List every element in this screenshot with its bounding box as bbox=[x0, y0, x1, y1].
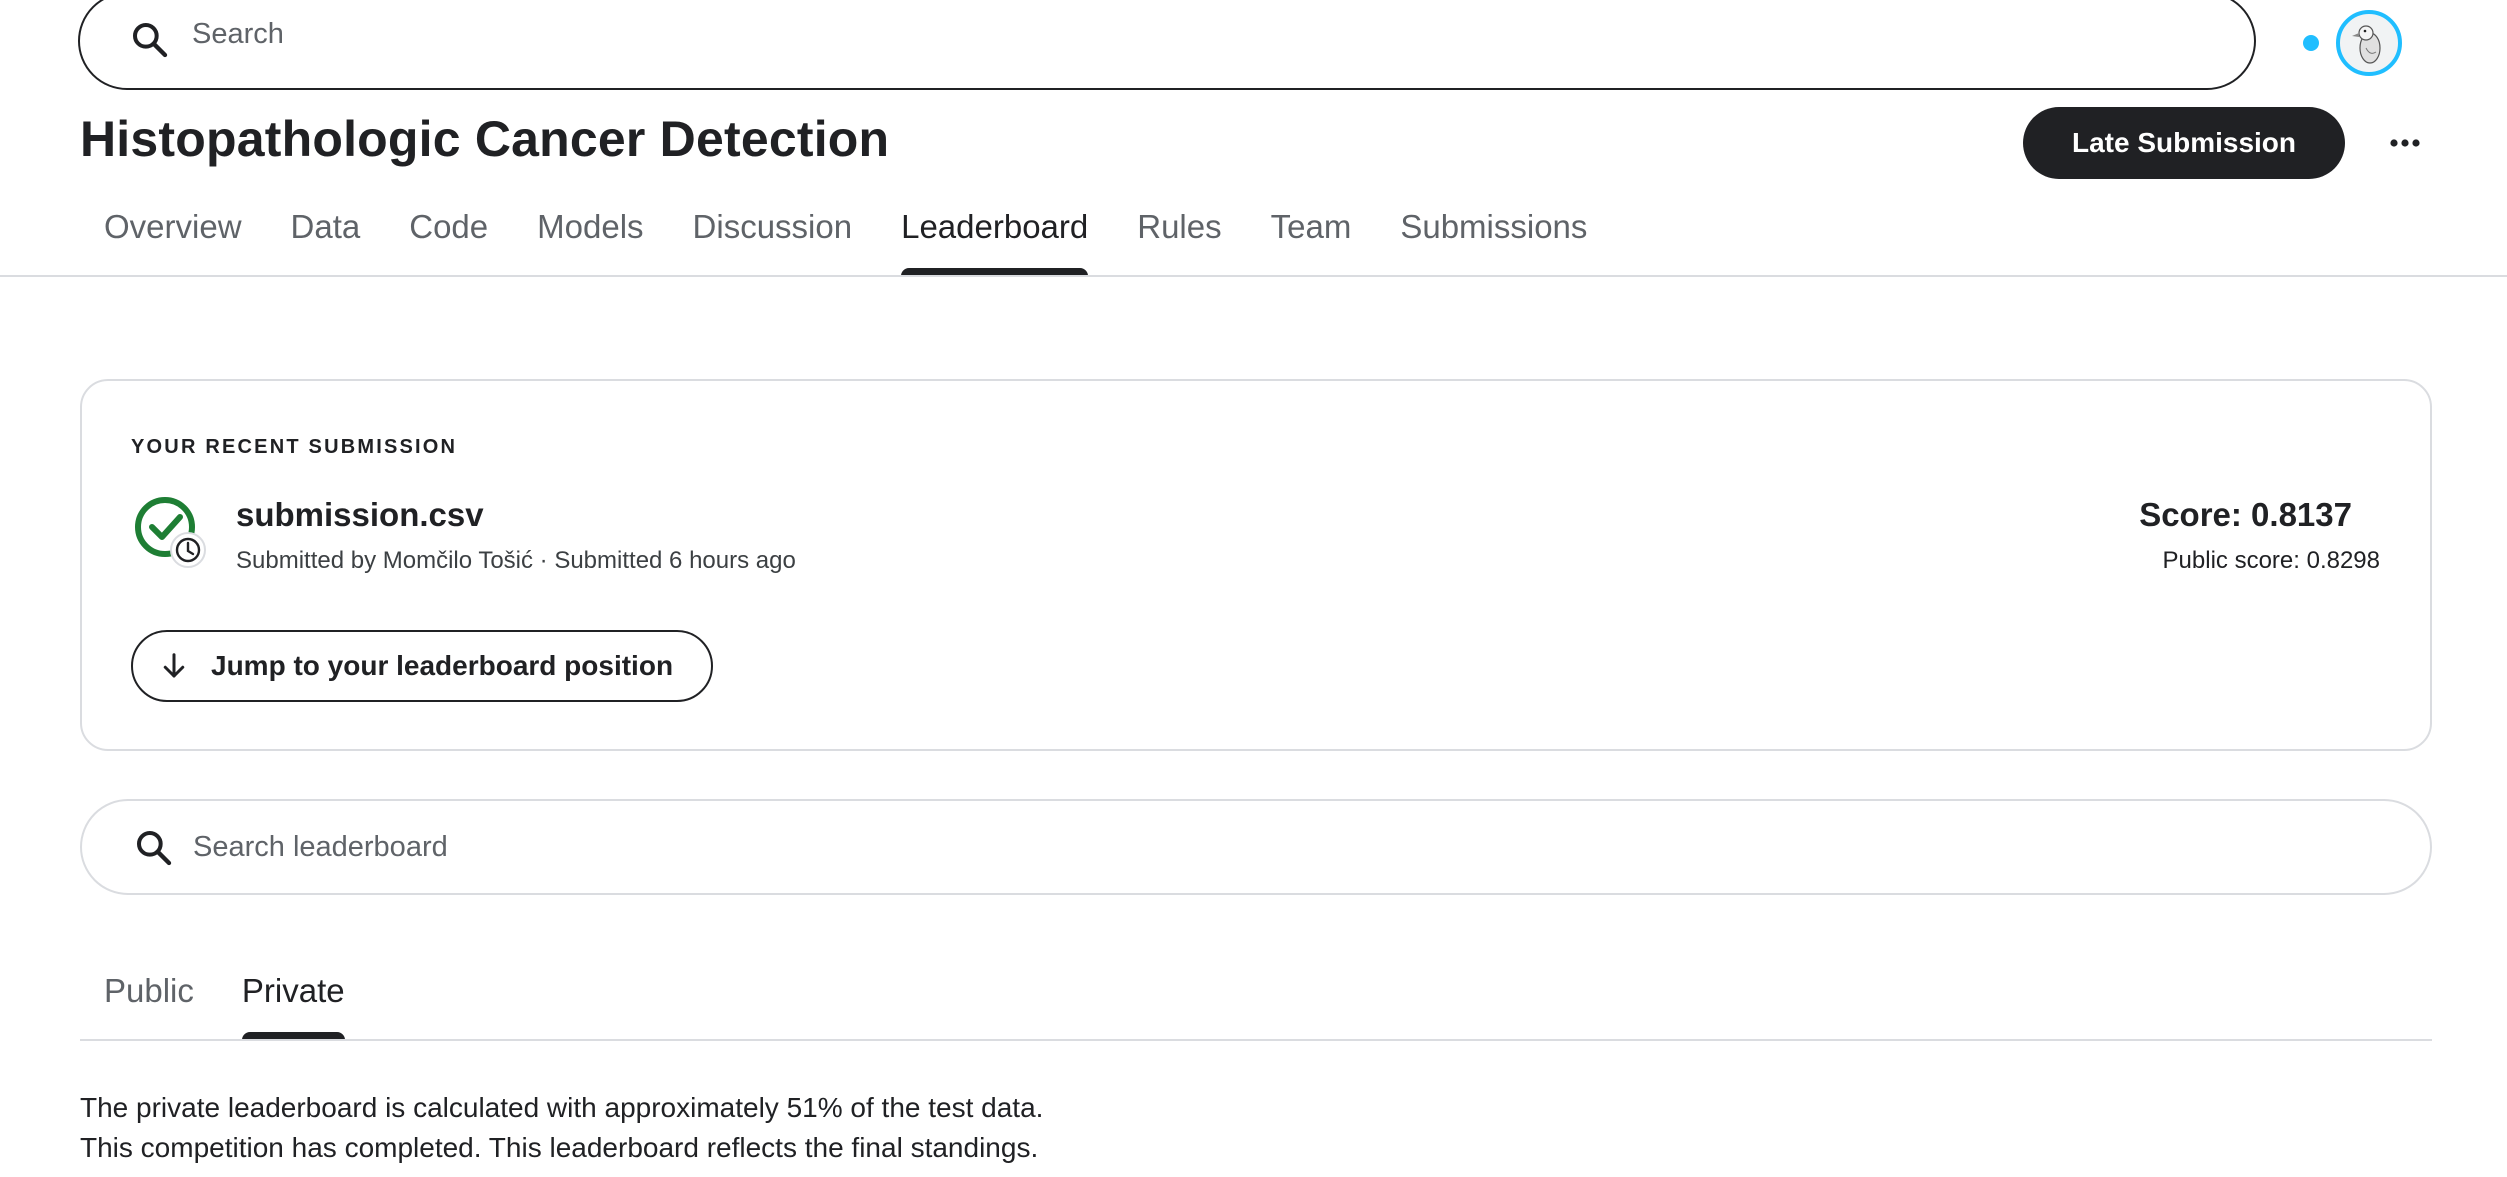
leaderboard-info-text: The private leaderboard is calculated wi… bbox=[80, 1092, 1044, 1123]
success-pending-icon bbox=[135, 497, 206, 568]
tab-team[interactable]: Team bbox=[1247, 200, 1376, 276]
notification-dot bbox=[2303, 35, 2319, 51]
tab-public[interactable]: Public bbox=[80, 960, 218, 1040]
recent-submission-heading: YOUR RECENT SUBMISSION bbox=[131, 436, 458, 458]
tab-submissions[interactable]: Submissions bbox=[1376, 200, 1611, 276]
tab-models[interactable]: Models bbox=[513, 200, 667, 276]
leaderboard-completed-text: This competition has completed. This lea… bbox=[80, 1132, 1039, 1163]
submission-file-name: submission.csv bbox=[236, 496, 484, 533]
tab-overview[interactable]: Overview bbox=[80, 200, 266, 276]
global-search-bar[interactable]: Search bbox=[78, 0, 2256, 90]
jump-to-position-button[interactable]: Jump to your leaderboard position bbox=[131, 630, 713, 702]
late-submission-button[interactable]: Late Submission bbox=[2023, 107, 2345, 179]
goose-avatar-icon bbox=[2352, 25, 2381, 64]
search-input[interactable]: Search bbox=[192, 18, 284, 51]
leaderboard-search-bar[interactable]: Search leaderboard bbox=[80, 799, 2432, 895]
search-icon bbox=[133, 23, 168, 58]
tab-data[interactable]: Data bbox=[267, 200, 385, 276]
tab-discussion[interactable]: Discussion bbox=[669, 200, 877, 276]
submission-meta: Submitted by Momčilo Tošić · Submitted 6… bbox=[236, 547, 796, 574]
tab-leaderboard[interactable]: Leaderboard bbox=[877, 200, 1112, 276]
competition-tabs: Overview Data Code Models Discussion Lea… bbox=[80, 200, 1612, 276]
tab-private[interactable]: Private bbox=[218, 960, 369, 1040]
leaderboard-search-input[interactable]: Search leaderboard bbox=[193, 831, 448, 864]
page-title: Histopathologic Cancer Detection bbox=[80, 111, 890, 167]
recent-submission-card: YOUR RECENT SUBMISSION submission.csv Su… bbox=[80, 379, 2432, 751]
avatar[interactable] bbox=[2336, 10, 2402, 76]
tab-rules[interactable]: Rules bbox=[1113, 200, 1245, 276]
submission-score: Score: 0.8137 bbox=[2139, 496, 2352, 533]
arrow-down-icon bbox=[163, 653, 185, 678]
leaderboard-tabs: Public Private bbox=[80, 960, 369, 1040]
tabs-divider bbox=[0, 275, 2507, 277]
search-icon bbox=[137, 831, 172, 866]
leaderboard-tabs-divider bbox=[80, 1039, 2432, 1041]
jump-button-label: Jump to your leaderboard position bbox=[211, 650, 674, 681]
more-options-button[interactable] bbox=[2378, 122, 2432, 164]
more-icon bbox=[2390, 139, 2420, 147]
submission-public-score: Public score: 0.8298 bbox=[2162, 547, 2380, 574]
tab-code[interactable]: Code bbox=[385, 200, 512, 276]
